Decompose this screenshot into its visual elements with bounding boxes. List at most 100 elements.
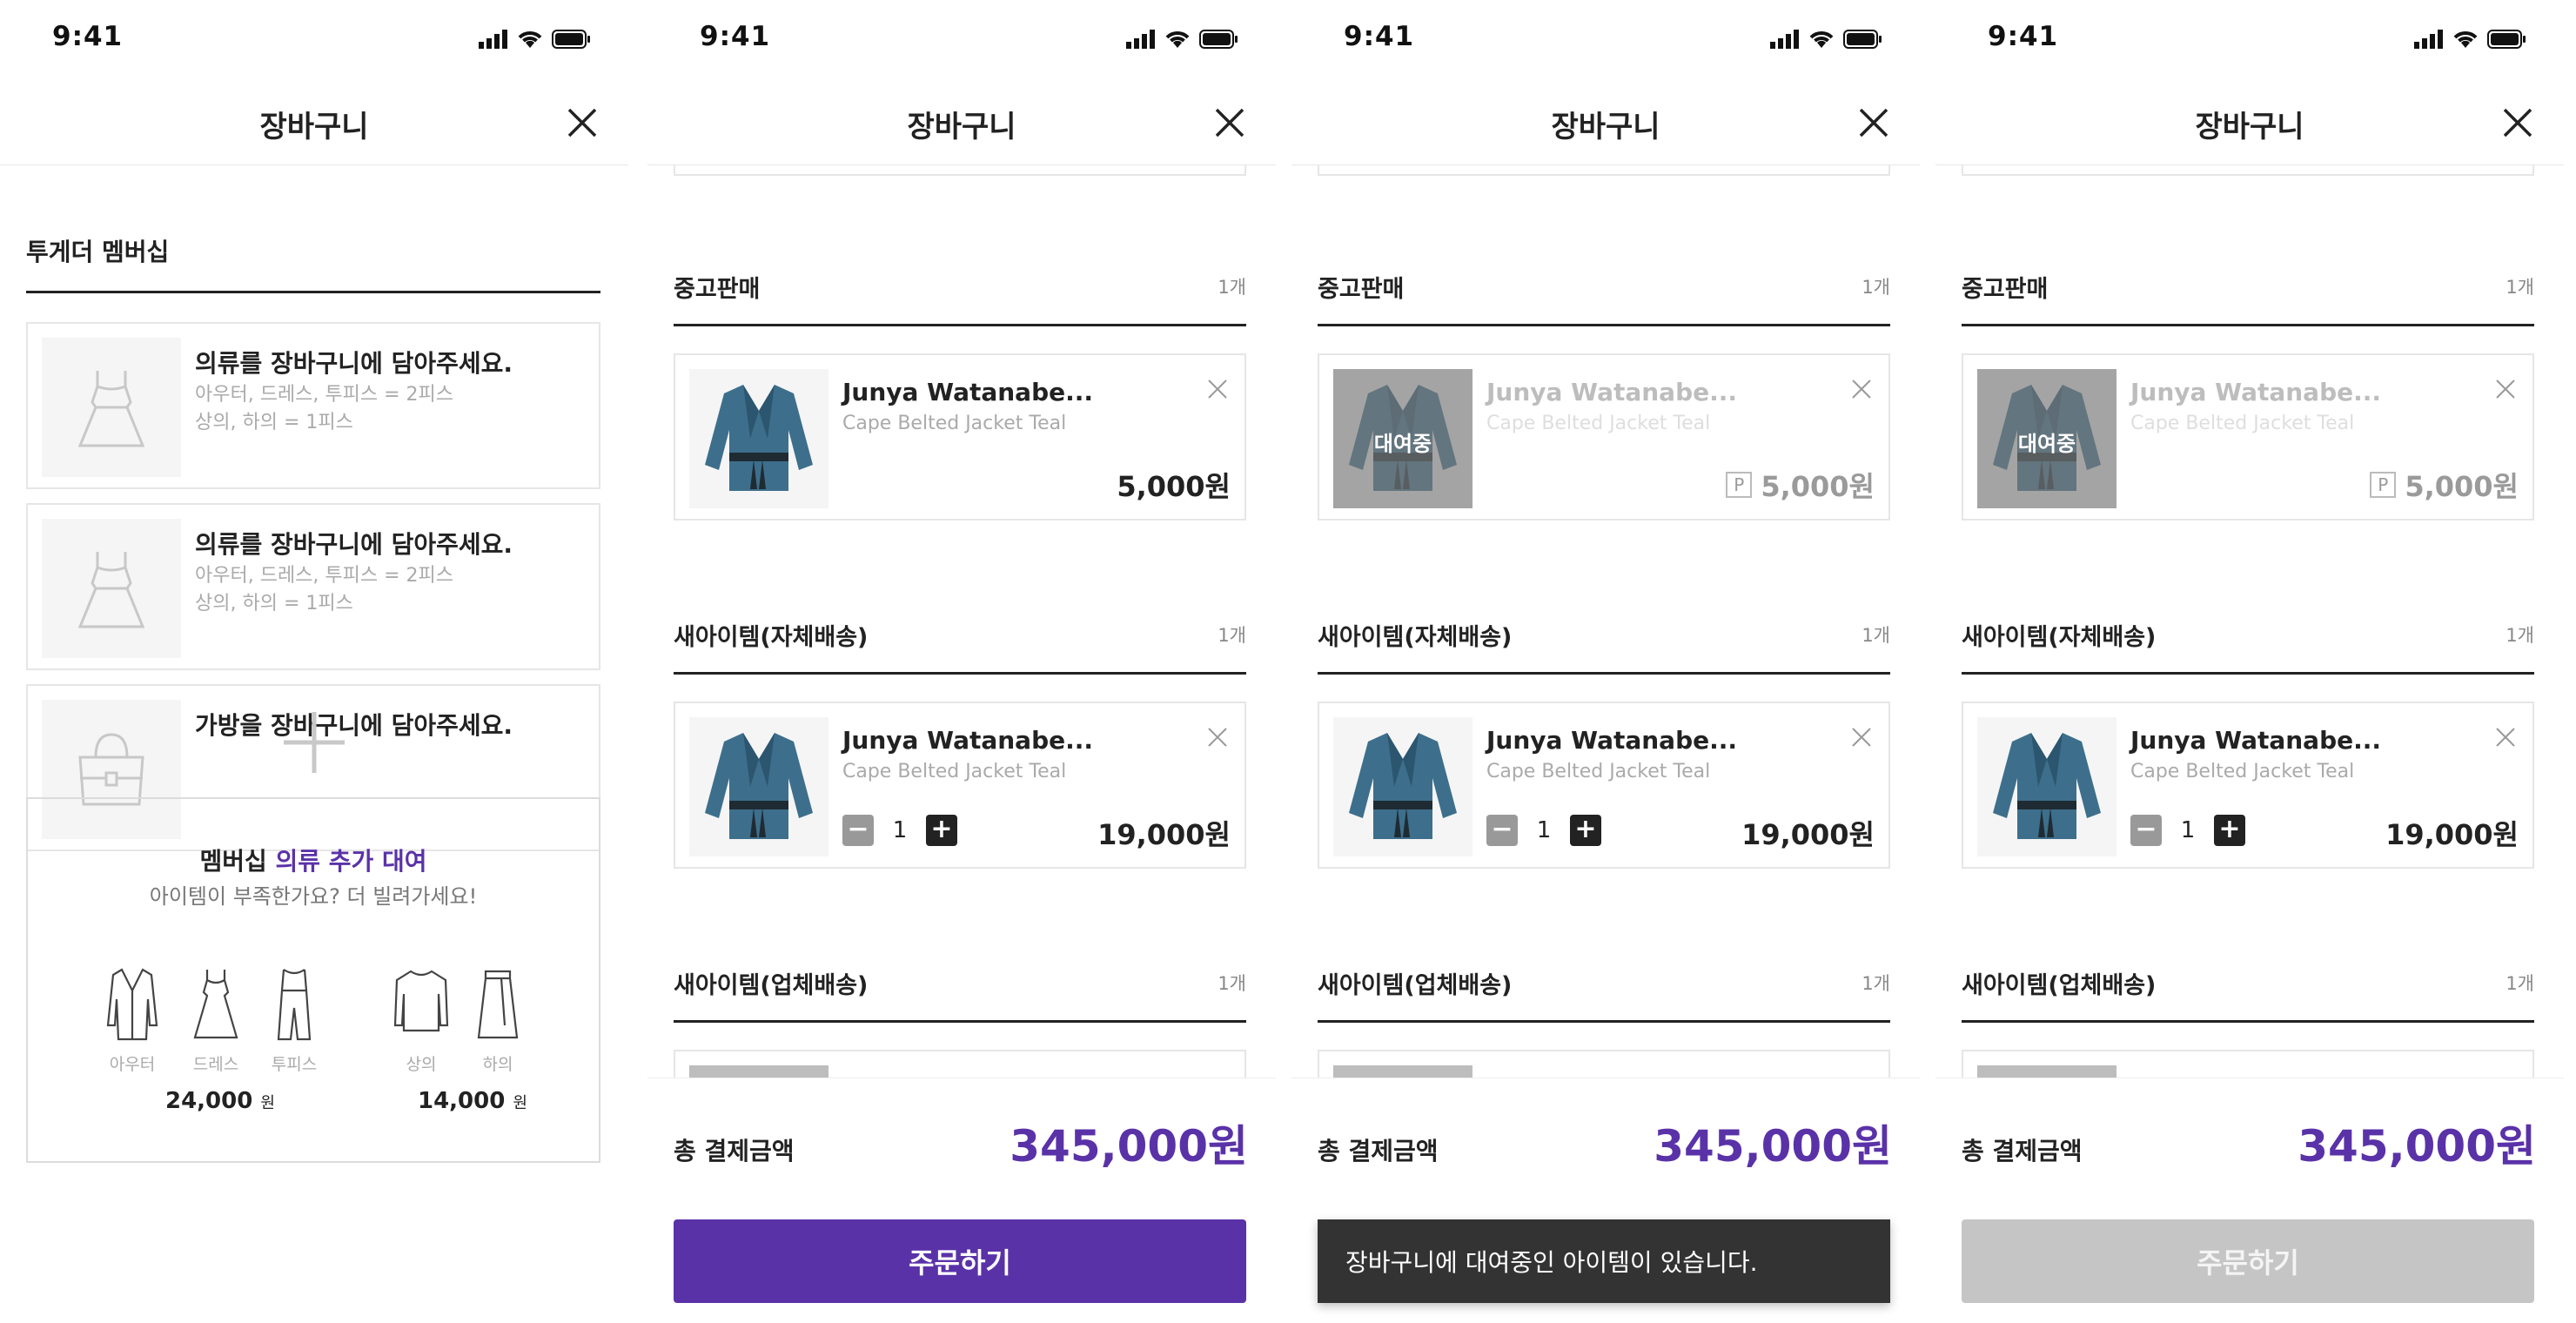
membership-section-title: 투게더 멤버십 xyxy=(26,238,170,266)
quantity-value: 1 xyxy=(892,817,908,843)
slot-desc: 아우터, 드레스, 투피스 = 2피스 상의, 하의 = 1피스 xyxy=(195,381,453,437)
status-bar: 9:41 xyxy=(1935,0,2564,78)
promo-item-label: 하의 xyxy=(482,1055,513,1074)
product-price: 5,000원 xyxy=(1117,470,1231,503)
cart-item-card[interactable]: Junya Watanabe... Cape Belted Jacket Tea… xyxy=(674,353,1246,520)
remove-item-icon[interactable] xyxy=(2494,726,2517,749)
close-icon[interactable] xyxy=(2501,106,2534,139)
dress-icon xyxy=(77,371,145,447)
section-count: 1개 xyxy=(1218,277,1246,298)
section-new-self: 새아이템(자체배송) 1개 Junya Watanabe... Cape Bel… xyxy=(674,618,1246,869)
section-divider xyxy=(1318,672,1890,675)
status-time: 9:41 xyxy=(700,21,771,52)
jumpsuit-icon xyxy=(277,969,312,1041)
total-label: 총 결제금액 xyxy=(674,1137,795,1165)
cart-item-card-rented[interactable]: 대여중 Junya Watanabe... Cape Belted Jacket… xyxy=(1318,353,1890,520)
increase-quantity-button[interactable]: + xyxy=(926,815,957,846)
product-price: P 5,000원 xyxy=(1726,465,1875,505)
section-count: 1개 xyxy=(2506,277,2534,298)
section-title: 새아이템(업체배송) xyxy=(674,972,869,999)
product-name: Junya Watanabe... xyxy=(842,726,1094,755)
promo-item-label: 투피스 xyxy=(271,1055,318,1074)
battery-icon xyxy=(2487,30,2526,49)
add-slot-plus-icon[interactable] xyxy=(284,712,345,773)
checkout-footer: 총 결제금액 345,000원 주문하기 xyxy=(647,1078,1276,1323)
signal-icon xyxy=(479,30,507,49)
skirt-icon xyxy=(477,970,519,1039)
remove-item-icon[interactable] xyxy=(2494,378,2517,400)
cart-item-card-rented[interactable]: 대여중 Junya Watanabe... Cape Belted Jacket… xyxy=(1962,353,2534,520)
battery-icon xyxy=(1199,30,1238,49)
wifi-icon xyxy=(518,31,542,48)
previous-card-edge xyxy=(1962,165,2534,176)
membership-slot[interactable]: 의류를 장바구니에 담아주세요. 아우터, 드레스, 투피스 = 2피스 상의,… xyxy=(26,503,600,670)
decrease-quantity-button[interactable]: − xyxy=(1486,815,1518,846)
promo-title: 멤버십 의류 추가 대여 xyxy=(28,843,599,877)
promo-item-top: 상의 xyxy=(386,964,456,1075)
promo-price-value: 24,000 xyxy=(165,1088,253,1114)
product-thumb xyxy=(1333,717,1472,856)
promo-title-prefix: 멤버십 xyxy=(199,847,276,876)
section-title: 새아이템(업체배송) xyxy=(1318,972,1513,999)
remove-item-icon[interactable] xyxy=(1850,378,1873,400)
quantity-stepper: − 1 + xyxy=(842,815,957,846)
decrease-quantity-button[interactable]: − xyxy=(842,815,874,846)
membership-slot[interactable]: 의류를 장바구니에 담아주세요. 아우터, 드레스, 투피스 = 2피스 상의,… xyxy=(26,322,600,489)
decrease-quantity-button[interactable]: − xyxy=(2130,815,2162,846)
rented-label: 대여중 xyxy=(1373,432,1432,456)
section-title: 새아이템(업체배송) xyxy=(1962,972,2157,999)
slot-desc: 아우터, 드레스, 투피스 = 2피스 상의, 하의 = 1피스 xyxy=(195,562,453,618)
section-count: 1개 xyxy=(1218,973,1246,994)
cart-item-card[interactable]: Junya Watanabe... Cape Belted Jacket Tea… xyxy=(1962,702,2534,869)
cart-item-card[interactable]: Junya Watanabe... Cape Belted Jacket Tea… xyxy=(674,702,1246,869)
slot-title: 의류를 장바구니에 담아주세요. xyxy=(195,349,513,378)
remove-item-icon[interactable] xyxy=(1850,726,1873,749)
product-subtitle: Cape Belted Jacket Teal xyxy=(1486,413,1711,434)
order-button[interactable]: 주문하기 xyxy=(674,1219,1246,1303)
promo-item-label: 상의 xyxy=(406,1055,437,1074)
screen-cart-default: 9:41 장바구니 중고판매 1개 Junya Watanabe... Cape… xyxy=(647,0,1276,1323)
product-thumb: 대여중 xyxy=(1977,369,2116,508)
wifi-icon xyxy=(2453,31,2478,48)
increase-quantity-button[interactable]: + xyxy=(2214,815,2245,846)
point-badge-icon: P xyxy=(1726,472,1753,498)
order-button-disabled[interactable]: 주문하기 xyxy=(1962,1219,2534,1303)
header: 장바구니 xyxy=(0,78,628,165)
quantity-value: 1 xyxy=(1536,817,1552,843)
slot-desc-line: 상의, 하의 = 1피스 xyxy=(195,593,353,614)
page-title: 장바구니 xyxy=(1551,110,1660,144)
promo-price-unit: 원 xyxy=(260,1094,275,1112)
promo-price-value: 14,000 xyxy=(418,1088,506,1114)
status-bar: 9:41 xyxy=(647,0,1276,78)
product-price: 19,000원 xyxy=(1097,818,1231,851)
page-title: 장바구니 xyxy=(907,110,1016,144)
section-used: 중고판매 1개 대여중 Junya Watanabe... Cape Belte… xyxy=(1318,270,1890,520)
quantity-value: 1 xyxy=(2180,817,2196,843)
increase-quantity-button[interactable]: + xyxy=(1570,815,1601,846)
rented-label: 대여중 xyxy=(2017,432,2076,456)
section-count: 1개 xyxy=(2506,973,2534,994)
section-count: 1개 xyxy=(1862,973,1890,994)
membership-promo-card[interactable]: 멤버십 의류 추가 대여 아이템이 부족한가요? 더 빌려가세요! 아우터 드레… xyxy=(26,797,600,1163)
jacket-image xyxy=(705,733,813,839)
product-name: Junya Watanabe... xyxy=(842,378,1094,406)
close-icon[interactable] xyxy=(1857,106,1890,139)
status-icons xyxy=(1126,30,1238,49)
cart-item-card[interactable]: Junya Watanabe... Cape Belted Jacket Tea… xyxy=(1318,702,1890,869)
slot-desc-line: 상의, 하의 = 1피스 xyxy=(195,412,353,433)
product-subtitle: Cape Belted Jacket Teal xyxy=(842,761,1067,782)
product-thumb: 대여중 xyxy=(1333,369,1472,508)
remove-item-icon[interactable] xyxy=(1206,378,1229,400)
product-subtitle: Cape Belted Jacket Teal xyxy=(1486,761,1711,782)
screen-membership: 9:41 장바구니 투게더 멤버십 의류를 장바구니에 담아주세요. 아우터, … xyxy=(0,0,628,1323)
product-price: 19,000원 xyxy=(2385,818,2519,851)
status-time: 9:41 xyxy=(52,21,124,52)
section-count: 1개 xyxy=(2506,625,2534,646)
promo-title-highlight: 의류 추가 대여 xyxy=(275,847,427,876)
close-icon[interactable] xyxy=(1213,106,1246,139)
section-new-self: 새아이템(자체배송) 1개 Junya Watanabe... Cape Bel… xyxy=(1318,618,1890,869)
product-price-value: 5,000원 xyxy=(2405,470,2519,503)
remove-item-icon[interactable] xyxy=(1206,726,1229,749)
close-icon[interactable] xyxy=(566,106,599,139)
product-subtitle: Cape Belted Jacket Teal xyxy=(2130,761,2355,782)
